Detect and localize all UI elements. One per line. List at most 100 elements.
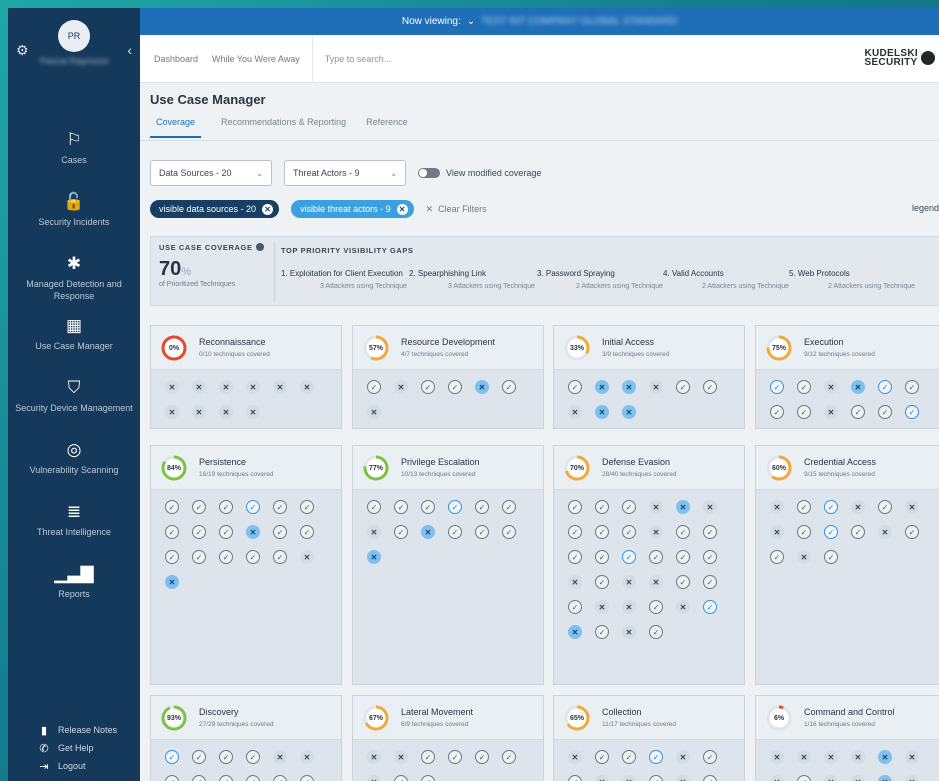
technique-uncovered-x-icon[interactable]: ✕ bbox=[568, 405, 582, 419]
technique-covered-check-icon[interactable]: ✓ bbox=[448, 750, 462, 764]
technique-uncovered-x-icon[interactable]: ✕ bbox=[300, 550, 314, 564]
avatar[interactable]: PR bbox=[58, 20, 90, 52]
sidebar-item-cases[interactable]: ⚐ Cases bbox=[8, 130, 140, 192]
technique-uncovered-x-icon[interactable]: ✕ bbox=[595, 775, 609, 781]
technique-covered-check-icon[interactable]: ✓ bbox=[703, 525, 717, 539]
header-link-dashboard[interactable]: Dashboard bbox=[154, 54, 198, 64]
tactic-card-persistence[interactable]: 84% Persistence 16/19 techniques covered ✓ ✓… bbox=[150, 445, 342, 685]
technique-uncovered-x-icon[interactable]: ✕ bbox=[797, 550, 811, 564]
technique-covered-check-icon[interactable]: ✓ bbox=[448, 525, 462, 539]
technique-covered-check-icon[interactable]: ✓ bbox=[905, 380, 919, 394]
technique-uncovered-x-icon[interactable]: ✕ bbox=[394, 380, 408, 394]
technique-uncovered-x-icon[interactable]: ✕ bbox=[595, 600, 609, 614]
technique-uncovered-x-icon[interactable]: ✕ bbox=[192, 380, 206, 394]
tactic-card-initial-access[interactable]: 33% Initial Access 3/9 techniques covered ✓… bbox=[553, 325, 745, 429]
technique-covered-check-icon[interactable]: ✓ bbox=[246, 750, 260, 764]
technique-uncovered-x-icon[interactable]: ✕ bbox=[622, 600, 636, 614]
technique-covered-check-icon[interactable]: ✓ bbox=[273, 500, 287, 514]
technique-covered-check-icon[interactable]: ✓ bbox=[703, 775, 717, 781]
tactic-card-privilege-escalation[interactable]: 77% Privilege Escalation 10/13 techniques … bbox=[352, 445, 544, 685]
technique-covered-check-icon[interactable]: ✓ bbox=[568, 600, 582, 614]
chevron-down-icon[interactable]: ⌄ bbox=[467, 16, 475, 27]
technique-uncovered-x-icon[interactable]: ✕ bbox=[300, 380, 314, 394]
technique-uncovered-x-icon[interactable]: ✕ bbox=[622, 405, 636, 419]
technique-uncovered-x-icon[interactable]: ✕ bbox=[622, 575, 636, 589]
collapse-chevron-icon[interactable]: ‹ bbox=[127, 42, 132, 58]
technique-uncovered-x-icon[interactable]: ✕ bbox=[622, 775, 636, 781]
technique-covered-check-icon[interactable]: ✓ bbox=[165, 500, 179, 514]
sidebar-item-reports[interactable]: ▁▃▇ Reports bbox=[8, 564, 140, 626]
legend-link[interactable]: legend bbox=[912, 203, 939, 213]
gap-item[interactable]: 4. Valid Accounts 2 Attackers using Techn… bbox=[663, 269, 789, 290]
technique-uncovered-x-icon[interactable]: ✕ bbox=[824, 750, 838, 764]
technique-covered-check-icon[interactable]: ✓ bbox=[595, 525, 609, 539]
technique-covered-check-icon[interactable]: ✓ bbox=[475, 750, 489, 764]
technique-covered-check-icon[interactable]: ✓ bbox=[595, 500, 609, 514]
technique-covered-check-icon[interactable]: ✓ bbox=[394, 525, 408, 539]
technique-covered-check-icon[interactable]: ✓ bbox=[878, 405, 892, 419]
technique-covered-check-icon[interactable]: ✓ bbox=[905, 525, 919, 539]
tactic-card-discovery[interactable]: 93% Discovery 27/29 techniques covered ✓ ✓ ✓ ✓… bbox=[150, 695, 342, 781]
technique-covered-check-icon[interactable]: ✓ bbox=[394, 500, 408, 514]
technique-covered-check-icon[interactable]: ✓ bbox=[502, 525, 516, 539]
clear-filters-button[interactable]: ✕ Clear Filters bbox=[426, 204, 487, 215]
technique-covered-check-icon[interactable]: ✓ bbox=[568, 525, 582, 539]
technique-uncovered-x-icon[interactable]: ✕ bbox=[622, 380, 636, 394]
technique-covered-check-icon[interactable]: ✓ bbox=[703, 600, 717, 614]
technique-uncovered-x-icon[interactable]: ✕ bbox=[165, 380, 179, 394]
technique-uncovered-x-icon[interactable]: ✕ bbox=[273, 750, 287, 764]
technique-uncovered-x-icon[interactable]: ✕ bbox=[770, 775, 784, 781]
technique-uncovered-x-icon[interactable]: ✕ bbox=[219, 380, 233, 394]
technique-covered-check-icon[interactable]: ✓ bbox=[448, 380, 462, 394]
tab-reference[interactable]: Reference bbox=[366, 117, 408, 138]
technique-covered-check-icon[interactable]: ✓ bbox=[649, 550, 663, 564]
technique-uncovered-x-icon[interactable]: ✕ bbox=[246, 525, 260, 539]
technique-uncovered-x-icon[interactable]: ✕ bbox=[219, 405, 233, 419]
technique-uncovered-x-icon[interactable]: ✕ bbox=[568, 625, 582, 639]
technique-uncovered-x-icon[interactable]: ✕ bbox=[905, 500, 919, 514]
technique-covered-check-icon[interactable]: ✓ bbox=[622, 750, 636, 764]
technique-uncovered-x-icon[interactable]: ✕ bbox=[851, 380, 865, 394]
technique-covered-check-icon[interactable]: ✓ bbox=[905, 405, 919, 419]
technique-covered-check-icon[interactable]: ✓ bbox=[475, 500, 489, 514]
technique-uncovered-x-icon[interactable]: ✕ bbox=[367, 550, 381, 564]
technique-uncovered-x-icon[interactable]: ✕ bbox=[824, 775, 838, 781]
technique-covered-check-icon[interactable]: ✓ bbox=[300, 775, 314, 781]
technique-uncovered-x-icon[interactable]: ✕ bbox=[878, 750, 892, 764]
technique-covered-check-icon[interactable]: ✓ bbox=[595, 575, 609, 589]
technique-uncovered-x-icon[interactable]: ✕ bbox=[367, 405, 381, 419]
settings-gear-icon[interactable]: ⚙ bbox=[16, 42, 29, 59]
technique-uncovered-x-icon[interactable]: ✕ bbox=[649, 575, 663, 589]
technique-uncovered-x-icon[interactable]: ✕ bbox=[824, 405, 838, 419]
technique-uncovered-x-icon[interactable]: ✕ bbox=[649, 500, 663, 514]
technique-uncovered-x-icon[interactable]: ✕ bbox=[770, 525, 784, 539]
technique-uncovered-x-icon[interactable]: ✕ bbox=[367, 775, 381, 781]
sidebar-item-security-incidents[interactable]: 🔓 Security Incidents bbox=[8, 192, 140, 254]
technique-uncovered-x-icon[interactable]: ✕ bbox=[676, 775, 690, 781]
technique-covered-check-icon[interactable]: ✓ bbox=[273, 550, 287, 564]
sidebar-item-managed-detection-and-response[interactable]: ✱ Managed Detection and Response bbox=[8, 254, 140, 316]
gap-item[interactable]: 3. Password Spraying 2 Attackers using Te… bbox=[537, 269, 663, 290]
data-sources-dropdown[interactable]: Data Sources - 20 ⌄ bbox=[150, 160, 272, 186]
technique-uncovered-x-icon[interactable]: ✕ bbox=[649, 525, 663, 539]
technique-covered-check-icon[interactable]: ✓ bbox=[676, 550, 690, 564]
sidebar-footer-logout[interactable]: ⇥ Logout bbox=[38, 757, 117, 775]
technique-covered-check-icon[interactable]: ✓ bbox=[568, 500, 582, 514]
technique-uncovered-x-icon[interactable]: ✕ bbox=[622, 625, 636, 639]
technique-uncovered-x-icon[interactable]: ✕ bbox=[851, 750, 865, 764]
tactic-card-lateral-movement[interactable]: 67% Lateral Movement 6/9 techniques covere… bbox=[352, 695, 544, 781]
info-icon[interactable] bbox=[255, 243, 264, 251]
technique-covered-check-icon[interactable]: ✓ bbox=[192, 750, 206, 764]
technique-uncovered-x-icon[interactable]: ✕ bbox=[676, 600, 690, 614]
technique-covered-check-icon[interactable]: ✓ bbox=[770, 380, 784, 394]
technique-uncovered-x-icon[interactable]: ✕ bbox=[246, 405, 260, 419]
technique-uncovered-x-icon[interactable]: ✕ bbox=[905, 775, 919, 781]
technique-uncovered-x-icon[interactable]: ✕ bbox=[367, 525, 381, 539]
technique-covered-check-icon[interactable]: ✓ bbox=[192, 525, 206, 539]
technique-covered-check-icon[interactable]: ✓ bbox=[448, 500, 462, 514]
technique-uncovered-x-icon[interactable]: ✕ bbox=[770, 750, 784, 764]
sidebar-item-use-case-manager[interactable]: ▦ Use Case Manager bbox=[8, 316, 140, 378]
technique-covered-check-icon[interactable]: ✓ bbox=[165, 775, 179, 781]
technique-covered-check-icon[interactable]: ✓ bbox=[568, 775, 582, 781]
technique-covered-check-icon[interactable]: ✓ bbox=[568, 550, 582, 564]
